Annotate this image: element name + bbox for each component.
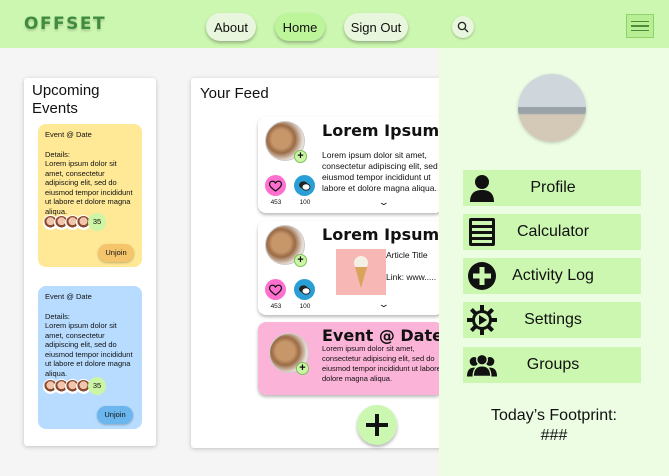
brand-logo[interactable]: OFFSET [24,14,106,34]
post-title: Lorem Ipsum [322,225,440,244]
todays-footprint: Today’s Footprint: ### [439,406,669,446]
unjoin-button[interactable]: Unjoin [97,406,133,424]
feed-title: Your Feed [200,85,269,102]
footprint-label: Today’s Footprint: [491,407,617,424]
feed-post[interactable]: + Lorem Ipsum Article Title Link: www...… [258,221,443,315]
comment-count: 100 [299,303,311,310]
heart-icon[interactable] [265,175,286,196]
attendee-avatars: 35 [43,377,106,395]
comment-icon[interactable] [294,279,315,300]
feed-post[interactable]: + Lorem Ipsum Lorem ipsum dolor sit amet… [258,117,443,213]
event-details-label: Details: [45,311,71,321]
event-details-label: Details: [45,149,71,159]
like-count: 453 [270,199,282,206]
menu-item-groups[interactable]: Groups [463,347,641,383]
event-post-text: Lorem ipsum dolor sit amet, consectetur … [322,344,443,383]
unjoin-button[interactable]: Unjoin [98,244,134,262]
menu-item-activity-log[interactable]: Activity Log [463,258,641,294]
menu-item-calculator[interactable]: Calculator [463,214,641,250]
search-icon[interactable] [452,16,474,38]
profile-picture[interactable] [518,74,586,142]
plus-circle-icon [467,261,497,291]
person-icon [467,173,497,203]
hamburger-menu-icon[interactable] [626,14,654,38]
heart-icon[interactable] [265,279,286,300]
comment-count: 100 [299,199,311,206]
follow-plus-icon[interactable]: + [294,150,307,163]
calculator-icon [467,217,497,247]
post-text: Lorem ipsum dolor sit amet, consectetur … [322,150,443,193]
menu-item-settings[interactable]: Settings [463,302,641,338]
follow-plus-icon[interactable]: + [294,254,307,267]
menu-item-profile[interactable]: Profile [463,170,641,206]
feed-event-post[interactable]: + Event @ Date Lorem ipsum dolor sit ame… [258,322,443,395]
follow-plus-icon[interactable]: + [296,362,309,375]
group-icon [467,350,497,380]
event-title: Event @ Date [45,292,92,301]
attendee-count: 35 [88,377,106,395]
like-count: 453 [270,303,282,310]
article-title: Article Title [386,250,428,260]
event-title: Event @ Date [45,130,92,139]
event-details: Lorem ipsum dolor sit amet, consectetur … [45,321,133,378]
top-bar: OFFSET About Home Sign Out [0,0,669,48]
event-card[interactable]: Event @ Date Details: Lorem ipsum dolor … [38,124,142,267]
article-thumbnail[interactable] [336,249,386,295]
nav-home-button[interactable]: Home [275,13,325,41]
chevron-down-icon[interactable]: ⌄ [378,197,390,208]
nav-signout-button[interactable]: Sign Out [344,13,408,41]
nav-about-button[interactable]: About [206,13,256,41]
event-details: Lorem ipsum dolor sit amet, consectetur … [45,159,133,216]
footprint-value: ### [540,427,568,444]
attendee-count: 35 [88,213,106,231]
article-link[interactable]: Link: www..... [386,272,436,283]
comment-icon[interactable] [294,175,315,196]
event-post-title: Event @ Date [322,326,443,345]
upcoming-events-title: Upcoming Events [32,82,100,117]
post-title: Lorem Ipsum [322,121,440,140]
add-post-button[interactable] [357,405,397,445]
attendee-avatars: 35 [43,213,106,231]
chevron-down-icon[interactable]: ⌄ [378,299,390,310]
event-card[interactable]: Event @ Date Details: Lorem ipsum dolor … [38,286,142,429]
gear-icon [467,305,497,335]
